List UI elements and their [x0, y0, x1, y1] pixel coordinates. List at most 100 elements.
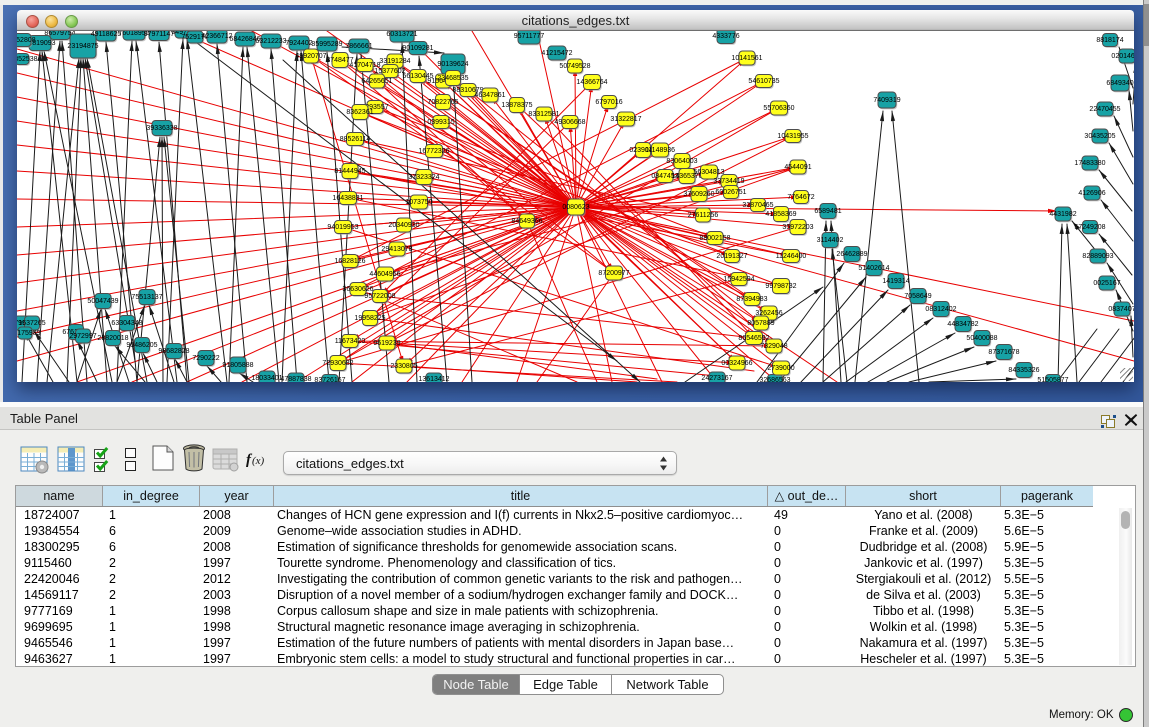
- svg-text:51402614: 51402614: [858, 265, 889, 272]
- svg-text:82889093: 82889093: [1082, 253, 1113, 260]
- svg-text:83064003: 83064003: [666, 158, 697, 165]
- svg-text:44834782: 44834782: [947, 321, 978, 328]
- svg-text:3852808: 3852808: [17, 37, 36, 44]
- svg-text:55706360: 55706360: [763, 105, 794, 112]
- svg-text:85995289: 85995289: [311, 41, 342, 48]
- svg-text:10141561: 10141561: [731, 55, 762, 62]
- svg-text:27611256: 27611256: [688, 212, 719, 219]
- svg-text:39336338: 39336338: [146, 125, 177, 132]
- svg-text:13878375: 13878375: [501, 102, 532, 109]
- svg-text:35972203: 35972203: [782, 224, 813, 231]
- svg-text:41215472: 41215472: [541, 50, 572, 57]
- svg-text:95711777: 95711777: [514, 33, 545, 40]
- svg-text:87394983: 87394983: [736, 296, 767, 303]
- svg-text:72930682: 72930682: [322, 360, 353, 367]
- svg-text:6589481: 6589481: [814, 208, 841, 215]
- svg-text:1419314: 1419314: [882, 278, 909, 285]
- svg-text:08312402: 08312402: [925, 306, 956, 313]
- svg-text:49118625: 49118625: [91, 31, 122, 38]
- svg-text:17483380: 17483380: [1074, 160, 1105, 167]
- svg-text:56304813: 56304813: [693, 169, 724, 176]
- svg-text:94019953: 94019953: [327, 224, 358, 231]
- svg-text:20340930: 20340930: [388, 222, 419, 229]
- svg-text:7329048: 7329048: [760, 343, 787, 350]
- svg-text:28820018: 28820018: [97, 335, 128, 342]
- svg-text:88002158: 88002158: [699, 235, 730, 242]
- svg-text:50047439: 50047439: [87, 298, 118, 305]
- svg-text:14852538: 14852538: [17, 56, 38, 63]
- svg-text:9619239: 9619239: [373, 340, 400, 347]
- svg-text:60313721: 60313721: [386, 31, 417, 38]
- svg-text:10431955: 10431955: [777, 133, 808, 140]
- svg-text:49306668: 49306668: [554, 119, 585, 126]
- svg-text:32686563: 32686563: [759, 377, 790, 382]
- svg-text:99798732: 99798732: [765, 283, 796, 290]
- svg-text:36630626: 36630626: [342, 286, 373, 293]
- svg-text:50749528: 50749528: [559, 63, 590, 70]
- svg-text:(x): (x): [252, 455, 265, 467]
- svg-text:47887838: 47887838: [280, 376, 311, 382]
- svg-text:11148936: 11148936: [645, 147, 675, 154]
- svg-text:02014620: 02014620: [1111, 53, 1134, 60]
- svg-text:87200977: 87200977: [598, 270, 629, 277]
- svg-text:11246400: 11246400: [776, 253, 807, 260]
- svg-text:8362361: 8362361: [346, 109, 373, 116]
- svg-text:37609260: 37609260: [683, 191, 714, 198]
- svg-text:4431982: 4431982: [1049, 211, 1076, 218]
- svg-text:26462889: 26462889: [836, 251, 867, 258]
- svg-text:16438831: 16438831: [332, 195, 363, 202]
- svg-text:50400088: 50400088: [966, 335, 997, 342]
- svg-text:30435205: 30435205: [1084, 133, 1115, 140]
- svg-text:81444945: 81444945: [334, 168, 365, 175]
- svg-text:6797016: 6797016: [595, 99, 622, 106]
- svg-text:83312581: 83312581: [528, 111, 559, 118]
- svg-text:29413078: 29413078: [381, 246, 412, 253]
- svg-text:4126906: 4126906: [1078, 190, 1105, 197]
- svg-text:15942594: 15942594: [723, 276, 754, 283]
- svg-text:63304348: 63304348: [111, 320, 142, 327]
- svg-text:13613412: 13613412: [418, 376, 449, 382]
- svg-text:90109281: 90109281: [402, 45, 433, 52]
- svg-text:86546592: 86546592: [738, 335, 769, 342]
- svg-text:84335326: 84335326: [1008, 367, 1039, 374]
- svg-text:87371678: 87371678: [988, 349, 1019, 356]
- svg-text:4333776: 4333776: [712, 33, 739, 40]
- svg-text:90139624: 90139624: [437, 61, 468, 68]
- svg-text:22470455: 22470455: [1089, 106, 1120, 113]
- svg-text:7764672: 7764672: [787, 194, 814, 201]
- svg-text:0399315: 0399315: [427, 119, 454, 126]
- svg-text:60026751: 60026751: [715, 189, 746, 196]
- svg-text:44604956: 44604956: [369, 271, 400, 278]
- svg-text:16828126: 16828126: [334, 258, 365, 265]
- svg-text:91805888: 91805888: [222, 362, 253, 369]
- svg-text:1073750: 1073750: [405, 199, 432, 206]
- svg-text:95486205: 95486205: [126, 342, 157, 349]
- svg-text:41858369: 41858369: [765, 211, 796, 218]
- svg-text:14366764: 14366764: [576, 79, 607, 86]
- svg-text:4544091: 4544091: [784, 164, 811, 171]
- svg-text:7924402: 7924402: [285, 40, 312, 47]
- svg-text:11673420: 11673420: [335, 338, 366, 345]
- svg-text:2739000: 2739000: [767, 365, 794, 372]
- svg-text:0025167: 0025167: [1093, 280, 1120, 287]
- svg-text:80175989: 80175989: [17, 330, 41, 337]
- svg-text:8057889: 8057889: [747, 320, 774, 327]
- svg-text:75513137: 75513137: [131, 294, 162, 301]
- svg-text:23194875: 23194875: [67, 43, 98, 50]
- svg-text:23468535: 23468535: [437, 75, 468, 82]
- svg-text:98682828: 98682828: [158, 348, 189, 355]
- svg-text:51505877: 51505877: [1037, 377, 1068, 382]
- svg-text:84649366: 84649366: [511, 218, 542, 225]
- svg-text:0080623: 0080623: [562, 204, 589, 211]
- svg-text:70822765: 70822765: [427, 99, 458, 106]
- svg-text:6849340: 6849340: [1106, 80, 1133, 87]
- svg-text:2330805: 2330805: [390, 363, 417, 370]
- svg-text:88526114: 88526114: [340, 136, 371, 143]
- svg-text:18033401: 18033401: [251, 375, 282, 382]
- svg-text:0837407: 0837407: [1108, 306, 1134, 313]
- svg-text:7409319: 7409319: [873, 97, 900, 104]
- svg-text:32870465: 32870465: [742, 202, 773, 209]
- svg-text:2972997: 2972997: [69, 333, 96, 340]
- svg-text:83726167: 83726167: [314, 377, 345, 382]
- svg-text:33734419: 33734419: [713, 178, 744, 185]
